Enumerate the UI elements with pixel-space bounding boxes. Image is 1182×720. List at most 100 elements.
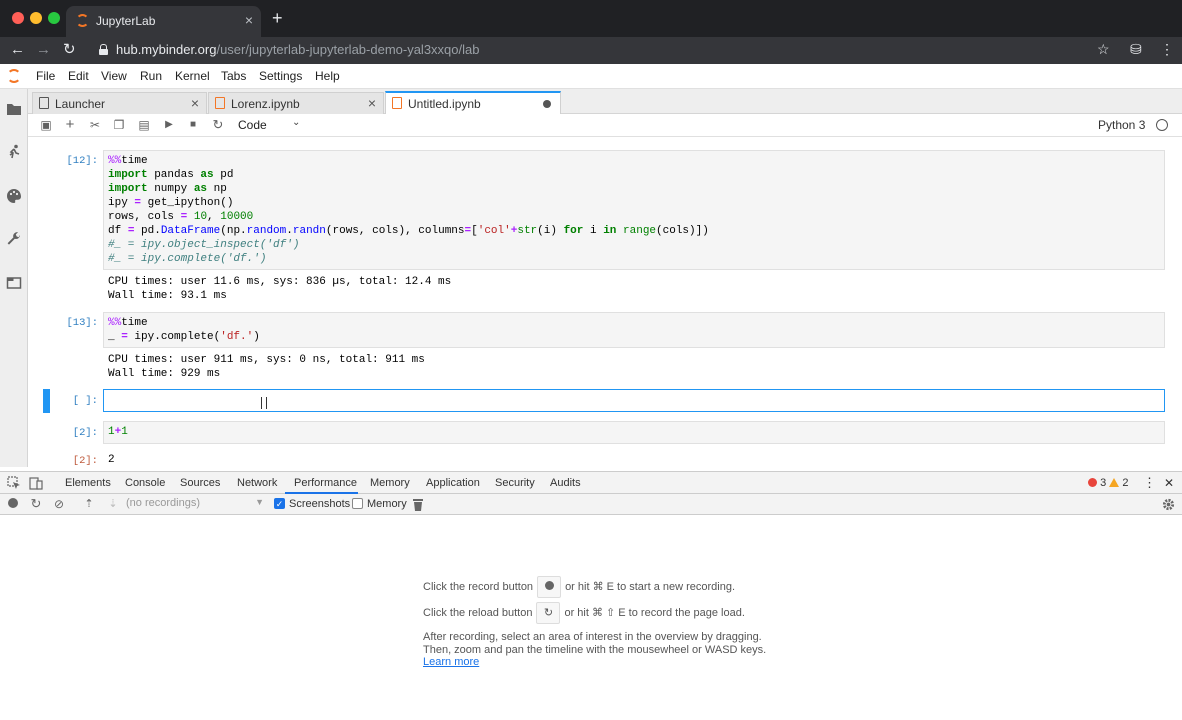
devtools-menu-icon[interactable]: ⋮ [1143, 475, 1156, 491]
devtools-tab-memory[interactable]: Memory [370, 477, 410, 489]
menu-tabs[interactable]: Tabs [221, 69, 246, 83]
cut-icon[interactable]: ✂ [87, 117, 103, 133]
incognito-icon[interactable]: ⛁ [1130, 41, 1142, 58]
chevron-down-icon[interactable]: ⌄ [292, 117, 300, 128]
url-field[interactable]: hub.mybinder.org/user/jupyterlab-jupyter… [116, 42, 479, 57]
reload-icon[interactable]: ↻ [63, 40, 76, 60]
paste-icon[interactable]: ▤ [136, 117, 152, 133]
performance-landing: Click the record button or hit ⌘ E to sta… [0, 515, 1182, 720]
restart-icon[interactable]: ↻ [210, 117, 226, 133]
recordings-placeholder: (no recordings) [126, 497, 200, 509]
maximize-window-button[interactable] [48, 12, 60, 24]
active-cell-marker [43, 389, 50, 413]
tab-launcher[interactable]: Launcher × [32, 92, 207, 114]
close-tab-icon[interactable]: × [245, 12, 253, 28]
code-cell[interactable]: 1+1 [103, 421, 1165, 444]
kernel-name[interactable]: Python 3 [1098, 118, 1145, 132]
url-host: hub.mybinder.org [116, 42, 217, 57]
back-icon[interactable]: ← [10, 40, 25, 60]
tab-untitled[interactable]: Untitled.ipynb [385, 91, 561, 114]
menu-file[interactable]: File [36, 69, 55, 83]
devtools-tab-elements[interactable]: Elements [65, 477, 111, 489]
cell-code[interactable]: %%time import pandas as pd import numpy … [104, 151, 1164, 269]
gear-icon[interactable] [1162, 498, 1175, 511]
recording-help-line1: After recording, select an area of inter… [423, 631, 762, 643]
minimize-window-button[interactable] [30, 12, 42, 24]
close-icon[interactable]: × [368, 95, 376, 111]
download-icon[interactable]: ⇣ [106, 497, 120, 511]
reload-hint-button[interactable]: ↻ [536, 602, 561, 624]
menu-kernel[interactable]: Kernel [175, 69, 210, 83]
address-bar: ← → ↻ hub.mybinder.org/user/jupyterlab-j… [0, 37, 1182, 64]
learn-more-link[interactable]: Learn more [423, 656, 479, 668]
save-icon[interactable]: ▣ [38, 117, 54, 133]
record-icon[interactable] [6, 497, 20, 511]
device-toggle-icon[interactable] [29, 476, 43, 490]
palette-icon[interactable] [6, 188, 22, 204]
tab-lorenz[interactable]: Lorenz.ipynb × [208, 92, 384, 114]
run-icon[interactable]: ▶ [161, 117, 177, 133]
record-hint-button[interactable] [537, 576, 562, 598]
code-cell[interactable]: %%time _ = ipy.complete('df.') [103, 312, 1165, 348]
record-hint-pre: Click the record button [423, 580, 534, 593]
wrench-icon[interactable] [6, 231, 22, 247]
error-count: 3 [1100, 477, 1107, 489]
folder-icon[interactable] [6, 101, 22, 117]
tab-launcher-label: Launcher [55, 97, 106, 111]
browser-titlebar: JupyterLab × + [0, 0, 1182, 37]
cell-output: CPU times: user 911 ms, sys: 0 ns, total… [108, 354, 425, 380]
menu-view[interactable]: View [101, 69, 127, 83]
add-cell-icon[interactable]: + [62, 117, 78, 133]
text-cursor-icon [261, 397, 267, 409]
notebook-area[interactable]: [12]: %%time import pandas as pd import … [28, 137, 1182, 467]
screenshots-label: Screenshots [289, 498, 351, 510]
inspect-icon[interactable] [7, 476, 21, 490]
devtools-tab-sources[interactable]: Sources [180, 477, 220, 489]
devtools-close-icon[interactable]: ✕ [1164, 476, 1174, 490]
bookmark-star-icon[interactable]: ☆ [1097, 41, 1110, 58]
menu-help[interactable]: Help [315, 69, 340, 83]
menu-settings[interactable]: Settings [259, 69, 302, 83]
devtools-tab-performance[interactable]: Performance [294, 477, 357, 489]
stop-icon[interactable]: ■ [185, 117, 201, 133]
reload-record-icon[interactable]: ↻ [29, 497, 43, 511]
unsaved-dot-icon[interactable] [543, 100, 551, 108]
reload-hint-pre: Click the reload button [423, 606, 533, 619]
trash-icon[interactable] [412, 498, 424, 511]
cell-code[interactable]: %%time _ = ipy.complete('df.') [104, 313, 1164, 347]
jupyter-logo-icon [7, 69, 21, 83]
issues-badge[interactable]: 3 2 [1088, 477, 1128, 489]
browser-menu-icon[interactable]: ⋮ [1160, 41, 1174, 58]
menu-run[interactable]: Run [140, 69, 162, 83]
notebook-toolbar: ▣ + ✂ ❐ ▤ ▶ ■ ↻ Code ⌄ Python 3 [28, 114, 1182, 137]
menu-edit[interactable]: Edit [68, 69, 89, 83]
devtools-tab-network[interactable]: Network [237, 477, 277, 489]
upload-icon[interactable]: ⇡ [82, 497, 96, 511]
copy-icon[interactable]: ❐ [111, 117, 127, 133]
devtools-tab-application[interactable]: Application [426, 477, 480, 489]
dock-tabbar: Launcher × Lorenz.ipynb × Untitled.ipynb [28, 89, 1182, 114]
devtools-tab-security[interactable]: Security [495, 477, 535, 489]
tabs-icon[interactable] [6, 275, 22, 291]
screenshots-checkbox[interactable]: ✓ [274, 498, 285, 509]
cell-prompt: [ ]: [72, 395, 98, 407]
lock-icon[interactable] [99, 44, 108, 55]
recordings-select[interactable]: (no recordings) ▼ [126, 497, 264, 509]
cell-output: 2 [108, 454, 115, 466]
devtools-tab-console[interactable]: Console [125, 477, 165, 489]
running-icon[interactable] [6, 144, 22, 160]
new-tab-button[interactable]: + [272, 9, 283, 27]
cell-code[interactable]: 1+1 [104, 422, 1164, 442]
memory-checkbox[interactable] [352, 498, 363, 509]
close-icon[interactable]: × [191, 95, 199, 111]
cell-output: CPU times: user 11.6 ms, sys: 836 µs, to… [108, 276, 452, 302]
forward-icon[interactable]: → [36, 40, 51, 60]
devtools-tab-audits[interactable]: Audits [550, 477, 581, 489]
close-window-button[interactable] [12, 12, 24, 24]
performance-toolbar: ↻ ⊘ ⇡ ⇣ (no recordings) ▼ ✓ Screenshots M… [0, 494, 1182, 515]
warning-icon [1109, 478, 1120, 487]
clear-icon[interactable]: ⊘ [52, 497, 66, 511]
code-cell[interactable]: %%time import pandas as pd import numpy … [103, 150, 1165, 270]
cell-type-select[interactable]: Code [238, 118, 267, 132]
browser-tab-jupyterlab[interactable]: JupyterLab × [66, 6, 261, 37]
